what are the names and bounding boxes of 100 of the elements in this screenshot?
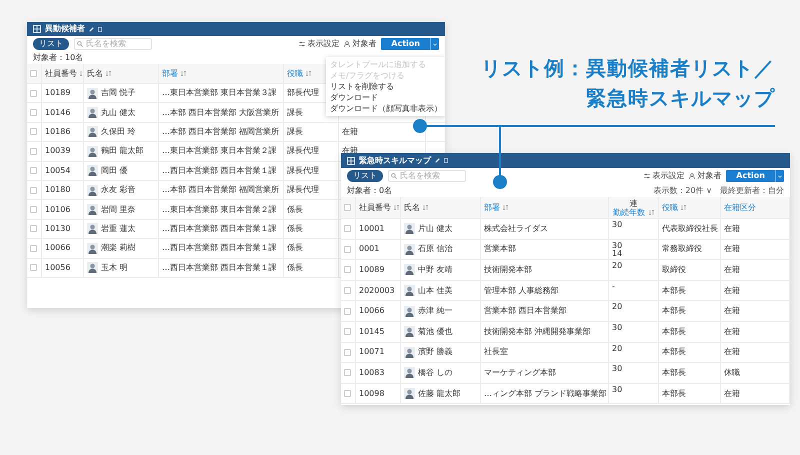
menu-item[interactable]: リストを削除する xyxy=(326,81,445,92)
checkbox[interactable] xyxy=(30,264,37,272)
table-cell: 営業本部 xyxy=(484,243,516,256)
column-header[interactable]: 社員番号 xyxy=(45,68,77,80)
sort-icon[interactable] xyxy=(649,210,654,214)
table-cell: 2020003 xyxy=(359,284,395,297)
target-count: 対象者：0名 xyxy=(347,184,392,196)
checkbox[interactable] xyxy=(344,390,351,398)
avatar-icon xyxy=(404,346,415,358)
table-cell: 10186 xyxy=(45,126,70,138)
column-header[interactable]: 氏名 xyxy=(87,68,103,80)
display-count-select[interactable]: 表示数：20件 ∨ xyxy=(653,184,712,196)
pencil-icon[interactable] xyxy=(435,158,440,163)
toolbar-button[interactable]: 表示設定 xyxy=(644,170,684,182)
checkbox[interactable] xyxy=(344,369,351,376)
search-icon xyxy=(77,41,83,47)
sort-icon[interactable] xyxy=(106,71,111,76)
avatar-icon xyxy=(87,165,98,176)
checkbox[interactable] xyxy=(344,246,351,253)
sort-icon[interactable] xyxy=(394,205,399,210)
column-header[interactable]: 氏名 xyxy=(404,202,420,214)
checkbox[interactable] xyxy=(30,148,37,155)
checkbox[interactable] xyxy=(344,308,351,315)
list-button[interactable]: リスト xyxy=(347,170,383,182)
connector-dot xyxy=(493,175,507,189)
table-cell: 本部長 xyxy=(662,284,686,297)
checkbox[interactable] xyxy=(30,90,37,97)
employee-name: 吉岡 悦子 xyxy=(101,87,136,100)
table-cell: 本部長 xyxy=(662,305,686,318)
checkbox[interactable] xyxy=(30,109,37,116)
table-cell: 10056 xyxy=(45,262,70,274)
table-cell: 営業本部 西日本営業部 xyxy=(484,305,567,318)
table-cell: …東日本営業部 東日本営業２課 xyxy=(162,204,277,216)
table-cell: 本部長 xyxy=(662,326,686,338)
menu-item[interactable]: ダウンロード xyxy=(326,92,445,103)
table-cell: 0001 xyxy=(359,243,380,256)
document-icon[interactable] xyxy=(444,158,448,163)
checkbox[interactable] xyxy=(30,206,37,214)
column-header[interactable]: 役職 xyxy=(287,68,303,80)
column-header[interactable]: 連 xyxy=(630,198,638,208)
checkbox[interactable] xyxy=(344,204,351,211)
checkbox[interactable] xyxy=(30,167,37,174)
table-cell: 30 xyxy=(612,386,622,394)
employee-name: 石原 信治 xyxy=(418,243,453,256)
employee-name: 岩重 蓮太 xyxy=(101,222,136,235)
menu-item[interactable]: ダウンロード（顔写真非表示） xyxy=(326,103,445,114)
table-cell: 10066 xyxy=(45,242,70,254)
column-header[interactable]: 部署 xyxy=(484,202,500,214)
list-button[interactable]: リスト xyxy=(33,38,69,50)
action-button[interactable]: Action xyxy=(381,38,430,50)
employee-name: 山本 佳美 xyxy=(418,284,453,297)
dropdown-button[interactable] xyxy=(775,170,784,182)
target-count: 対象者：10名 xyxy=(33,52,84,64)
table-cell: 20 xyxy=(612,262,622,270)
column-header[interactable]: 役職 xyxy=(662,202,678,214)
toolbar-button[interactable]: 対象者 xyxy=(344,38,376,50)
checkbox[interactable] xyxy=(30,70,37,77)
column-header[interactable]: 社員番号 xyxy=(359,202,391,214)
caret-icon xyxy=(433,42,437,46)
checkbox[interactable] xyxy=(30,225,37,232)
sort-icon[interactable] xyxy=(681,205,686,210)
table-cell: 休職 xyxy=(724,366,740,379)
search-field[interactable]: 氏名を検索 xyxy=(388,170,466,182)
table-cell: 10039 xyxy=(45,145,70,158)
table-cell: 在籍 xyxy=(724,326,740,338)
table-cell: …ィング本部 ブランド戦略事業部 xyxy=(484,388,607,400)
table-cell: 10089 xyxy=(359,264,384,276)
checkbox[interactable] xyxy=(344,225,351,232)
search-field[interactable]: 氏名を検索 xyxy=(74,38,152,50)
checkbox[interactable] xyxy=(344,287,351,294)
table-cell: 30 xyxy=(612,365,622,374)
sort-icon[interactable] xyxy=(423,205,428,210)
checkbox[interactable] xyxy=(30,128,37,136)
sort-icon[interactable] xyxy=(181,71,186,76)
table-cell: 部長代理 xyxy=(287,87,319,100)
checkbox[interactable] xyxy=(344,266,351,274)
toolbar-button[interactable]: 対象者 xyxy=(689,170,722,182)
dropdown-button[interactable] xyxy=(430,38,439,50)
document-icon[interactable] xyxy=(98,26,102,32)
table-cell: 10189 xyxy=(45,87,70,100)
table-cell: 課長代理 xyxy=(287,164,319,177)
column-header[interactable]: 在籍区分 xyxy=(724,202,756,214)
sort-icon[interactable] xyxy=(306,71,311,76)
employee-name: 濱野 勝義 xyxy=(418,346,453,358)
avatar-icon xyxy=(87,262,98,274)
table-cell: 10066 xyxy=(359,305,384,318)
action-button[interactable]: Action xyxy=(726,170,775,182)
table-cell: 在籍 xyxy=(724,284,740,297)
checkbox[interactable] xyxy=(344,348,351,356)
toolbar-button[interactable]: 表示設定 xyxy=(299,38,340,50)
table-cell: 在籍 xyxy=(342,126,358,138)
pencil-icon[interactable] xyxy=(89,26,94,32)
avatar-icon xyxy=(87,88,98,99)
table-cell: …本部 西日本営業部 福岡営業所 xyxy=(162,126,280,138)
checkbox[interactable] xyxy=(344,328,351,336)
checkbox[interactable] xyxy=(30,186,37,194)
column-header[interactable]: 部署 xyxy=(162,68,178,80)
sort-icon[interactable] xyxy=(503,205,508,210)
employee-name: 佐藤 龍太郎 xyxy=(418,388,461,400)
checkbox[interactable] xyxy=(30,244,37,252)
